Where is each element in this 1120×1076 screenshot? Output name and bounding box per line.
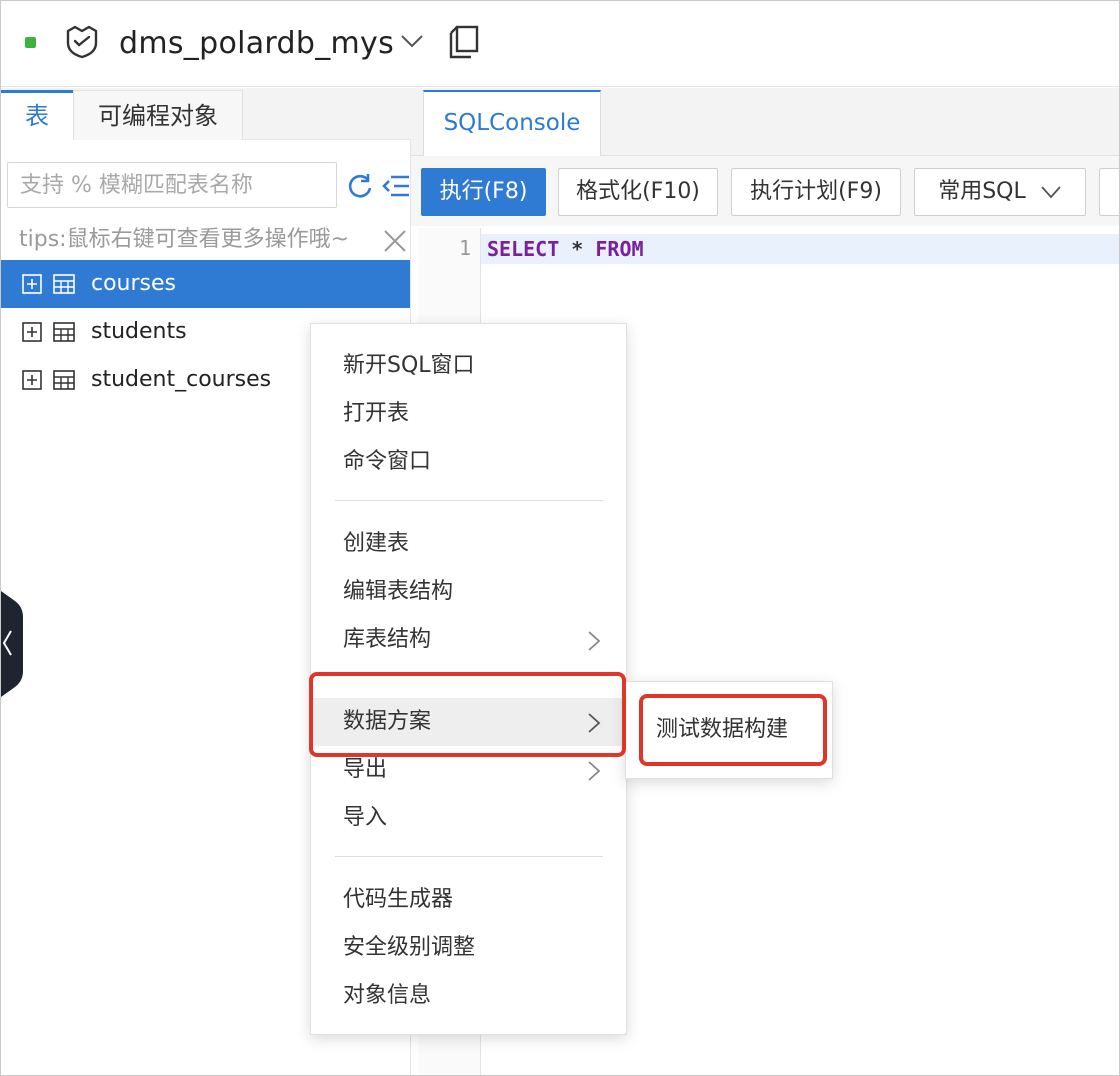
- sql-keyword-select: SELECT: [487, 237, 560, 261]
- instance-header: dms_polardb_mys: [1, 1, 1119, 87]
- line-number: 1: [458, 236, 471, 260]
- menu-item-label: 数据方案: [343, 709, 432, 734]
- menu-item-label: 库表结构: [343, 627, 432, 652]
- expand-icon[interactable]: [22, 274, 42, 294]
- common-sql-label: 常用SQL: [938, 179, 1026, 204]
- expand-icon[interactable]: [22, 370, 42, 390]
- chevron-right-icon: [588, 631, 601, 651]
- table-search-input[interactable]: [8, 163, 336, 207]
- console-toolbar: 执行(F8) 格式化(F10) 执行计划(F9) 常用SQL: [411, 156, 1119, 226]
- sql-code: SELECT * FROM: [487, 236, 644, 262]
- collapse-list-icon[interactable]: [382, 172, 410, 200]
- tab-sqlconsole[interactable]: SQLConsole: [423, 90, 601, 157]
- close-icon[interactable]: [383, 229, 407, 253]
- table-row-courses[interactable]: courses: [1, 260, 410, 308]
- active-code-line[interactable]: SELECT * FROM: [481, 234, 1119, 264]
- table-context-menu: 新开SQL窗口 打开表 命令窗口 创建表 编辑表结构 库表结构 数据方案 导出 …: [310, 323, 627, 1035]
- chevron-right-icon: [588, 713, 601, 733]
- common-sql-dropdown[interactable]: 常用SQL: [914, 168, 1086, 216]
- menu-item-new-sql-window[interactable]: 新开SQL窗口: [311, 342, 626, 390]
- chevron-down-icon: [1041, 186, 1061, 199]
- table-name: courses: [91, 271, 177, 296]
- tips-text: tips:鼠标右键可查看更多操作哦~: [19, 227, 350, 252]
- refresh-icon[interactable]: [346, 172, 374, 200]
- tab-tables[interactable]: 表: [1, 90, 73, 140]
- explain-plan-button[interactable]: 执行计划(F9): [731, 168, 901, 216]
- menu-divider: [335, 500, 603, 501]
- menu-item-create-table[interactable]: 创建表: [311, 520, 626, 568]
- connection-status-dot: [25, 37, 36, 48]
- menu-divider: [335, 856, 603, 857]
- app-window: dms_polardb_mys 表 可编程对象 tips:鼠标右键可查看更多操作…: [0, 0, 1120, 1076]
- object-tabs: 表 可编程对象: [1, 88, 411, 140]
- db-engine-icon: [66, 25, 98, 59]
- menu-item-edit-table-structure[interactable]: 编辑表结构: [311, 568, 626, 616]
- menu-item-test-data-build[interactable]: 测试数据构建: [626, 706, 832, 754]
- sql-keyword-from: FROM: [595, 237, 644, 261]
- menu-item-object-info[interactable]: 对象信息: [311, 972, 626, 1020]
- menu-item-schema-structure[interactable]: 库表结构: [311, 616, 626, 664]
- menu-item-export[interactable]: 导出: [311, 746, 626, 794]
- sidebar-collapse-tab[interactable]: [1, 591, 23, 697]
- menu-item-code-generator[interactable]: 代码生成器: [311, 876, 626, 924]
- table-name: students: [91, 319, 187, 344]
- data-plan-submenu: 测试数据构建: [625, 681, 833, 779]
- chevron-down-icon[interactable]: [399, 31, 425, 51]
- database-name[interactable]: dms_polardb_mys: [119, 24, 394, 64]
- table-search[interactable]: [7, 162, 337, 208]
- table-name: student_courses: [91, 367, 272, 392]
- chevron-right-icon: [588, 761, 601, 781]
- menu-item-data-plan[interactable]: 数据方案: [311, 698, 626, 746]
- menu-item-label: 导出: [343, 757, 388, 782]
- more-toolbar-button[interactable]: [1099, 168, 1119, 216]
- expand-icon[interactable]: [22, 322, 42, 342]
- menu-item-command-window[interactable]: 命令窗口: [311, 438, 626, 486]
- format-button[interactable]: 格式化(F10): [558, 168, 718, 216]
- table-icon: [53, 274, 75, 294]
- sql-wildcard: *: [571, 237, 584, 261]
- copy-icon[interactable]: [447, 25, 481, 59]
- menu-item-import[interactable]: 导入: [311, 794, 626, 842]
- menu-item-open-table[interactable]: 打开表: [311, 390, 626, 438]
- tab-programmable-objects[interactable]: 可编程对象: [73, 90, 243, 140]
- table-icon: [53, 322, 75, 342]
- run-button[interactable]: 执行(F8): [421, 168, 546, 216]
- table-icon: [53, 370, 75, 390]
- console-tab-bar: SQLConsole: [411, 88, 1119, 157]
- menu-item-security-level[interactable]: 安全级别调整: [311, 924, 626, 972]
